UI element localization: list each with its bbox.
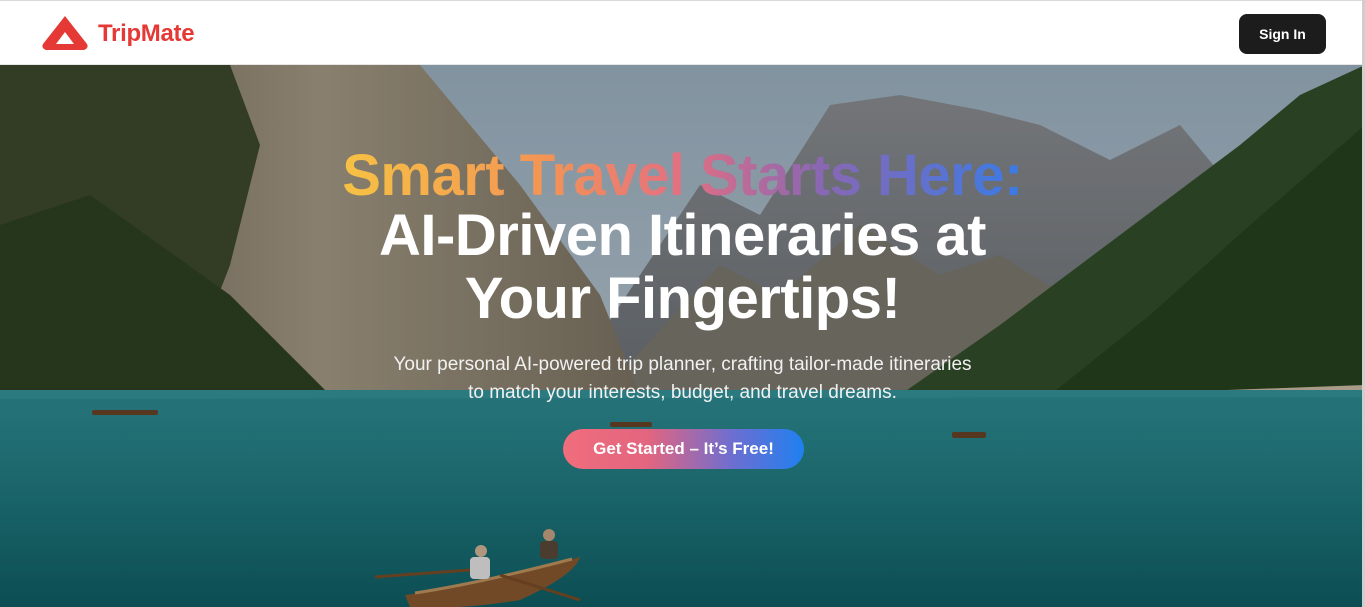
hero-headline-gradient: Smart Travel Starts Here:	[0, 143, 1365, 209]
hero-subtitle-line-2: to match your interests, budget, and tra…	[468, 382, 897, 403]
hero-headline-line-3: Your Fingertips!	[464, 266, 901, 331]
hero-subtitle-line-1: Your personal AI-powered trip planner, c…	[393, 354, 972, 375]
top-navbar: TripMate Sign In	[0, 0, 1365, 65]
sign-in-button[interactable]: Sign In	[1239, 14, 1326, 54]
brand-name: TripMate	[98, 20, 195, 47]
brand-logo-link[interactable]: TripMate	[40, 14, 195, 54]
hero-headline: AI-Driven Itineraries at Your Fingertips…	[0, 204, 1365, 330]
hero-headline-gradient-text: Smart Travel Starts Here:	[342, 143, 1023, 208]
hero-section: Smart Travel Starts Here: AI-Driven Itin…	[0, 65, 1365, 607]
triangle-logo-icon	[42, 16, 88, 50]
hero-subtitle: Your personal AI-powered trip planner, c…	[0, 351, 1365, 407]
get-started-button[interactable]: Get Started – It’s Free!	[563, 429, 804, 469]
hero-headline-line-2: AI-Driven Itineraries at	[379, 203, 986, 268]
